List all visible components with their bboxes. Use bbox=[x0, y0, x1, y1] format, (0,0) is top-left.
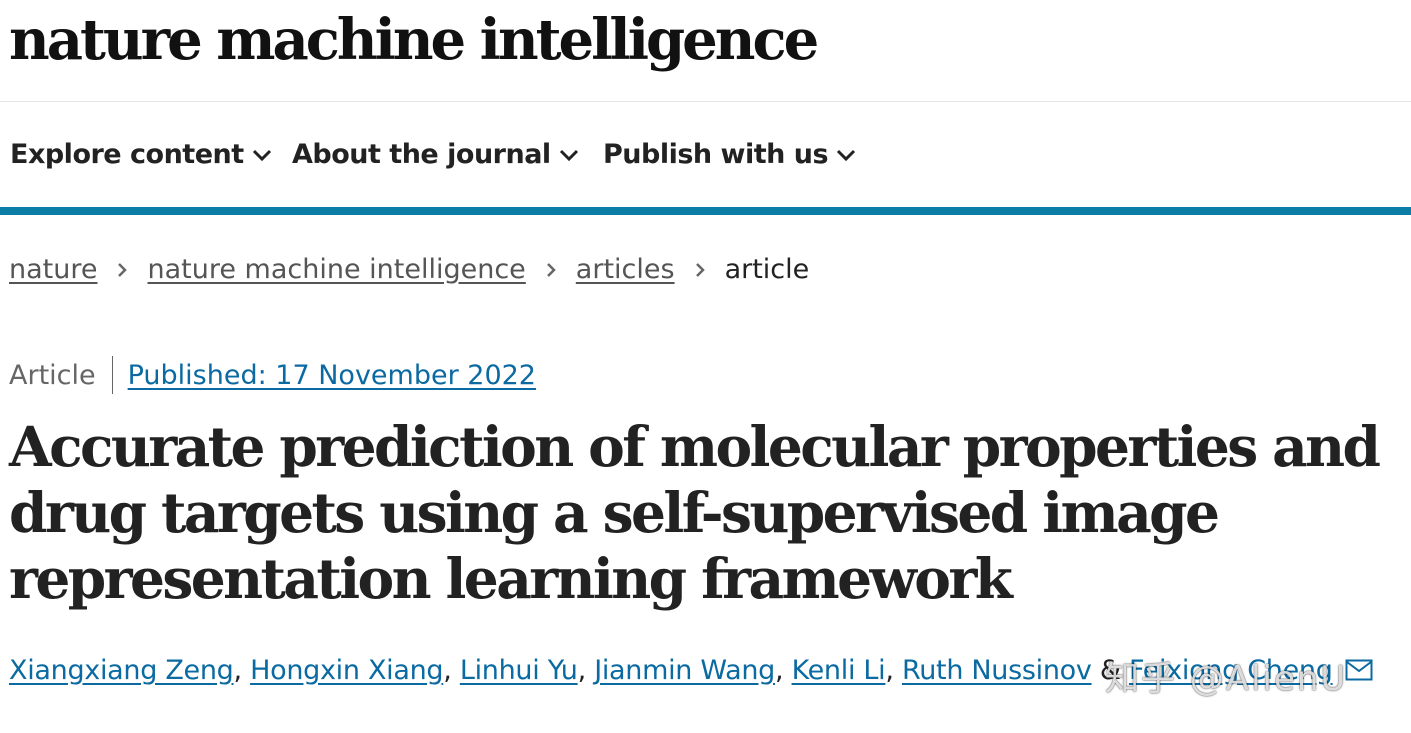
article-meta: Article Published: 17 November 2022 bbox=[9, 356, 536, 394]
nav-explore-content[interactable]: Explore content bbox=[10, 139, 272, 170]
chevron-right-icon bbox=[97, 261, 147, 279]
author-link[interactable]: Linhui Yu bbox=[460, 655, 578, 686]
nav-about-journal[interactable]: About the journal bbox=[292, 139, 579, 170]
nav-accent-bar bbox=[0, 207, 1411, 215]
chevron-down-icon bbox=[252, 149, 271, 161]
author-list: Xiangxiang Zeng, Hongxin Xiang, Linhui Y… bbox=[9, 655, 1404, 686]
author-link[interactable]: Ruth Nussinov bbox=[902, 655, 1092, 686]
author-separator: , bbox=[233, 655, 251, 686]
author-link[interactable]: Hongxin Xiang bbox=[250, 655, 443, 686]
published-date-link[interactable]: Published: 17 November 2022 bbox=[128, 360, 536, 391]
author-link-last[interactable]: Feixiong Cheng bbox=[1129, 655, 1333, 686]
author-link[interactable]: Jianmin Wang bbox=[594, 655, 775, 686]
nav-item-label: Publish with us bbox=[603, 139, 829, 170]
mail-icon[interactable] bbox=[1345, 659, 1373, 681]
nav-item-label: About the journal bbox=[292, 139, 551, 170]
chevron-right-icon bbox=[675, 261, 725, 279]
chevron-down-icon bbox=[559, 149, 578, 161]
breadcrumb-nature[interactable]: nature bbox=[9, 254, 97, 285]
author-separator: , bbox=[885, 655, 902, 686]
article-title: Accurate prediction of molecular propert… bbox=[9, 414, 1381, 611]
author-conjunction: & bbox=[1099, 655, 1121, 686]
author-separator: , bbox=[443, 655, 460, 686]
main-nav: Explore content About the journal Publis… bbox=[0, 103, 1411, 207]
chevron-down-icon bbox=[837, 149, 856, 161]
journal-logo[interactable]: nature machine intelligence bbox=[9, 12, 819, 68]
chevron-right-icon bbox=[526, 261, 576, 279]
author-separator: , bbox=[774, 655, 792, 686]
meta-divider bbox=[111, 356, 113, 394]
nav-item-label: Explore content bbox=[10, 139, 244, 170]
author-separator: , bbox=[577, 655, 595, 686]
breadcrumb-articles[interactable]: articles bbox=[576, 254, 675, 285]
site-header: nature machine intelligence bbox=[0, 0, 1411, 102]
author-link[interactable]: Kenli Li bbox=[792, 655, 886, 686]
breadcrumb-current: article bbox=[724, 254, 810, 285]
article-type: Article bbox=[9, 359, 96, 391]
author-link[interactable]: Xiangxiang Zeng bbox=[9, 655, 234, 686]
nav-publish-with-us[interactable]: Publish with us bbox=[603, 139, 856, 170]
breadcrumb-journal[interactable]: nature machine intelligence bbox=[147, 254, 525, 285]
breadcrumb: nature nature machine intelligence artic… bbox=[9, 254, 809, 285]
